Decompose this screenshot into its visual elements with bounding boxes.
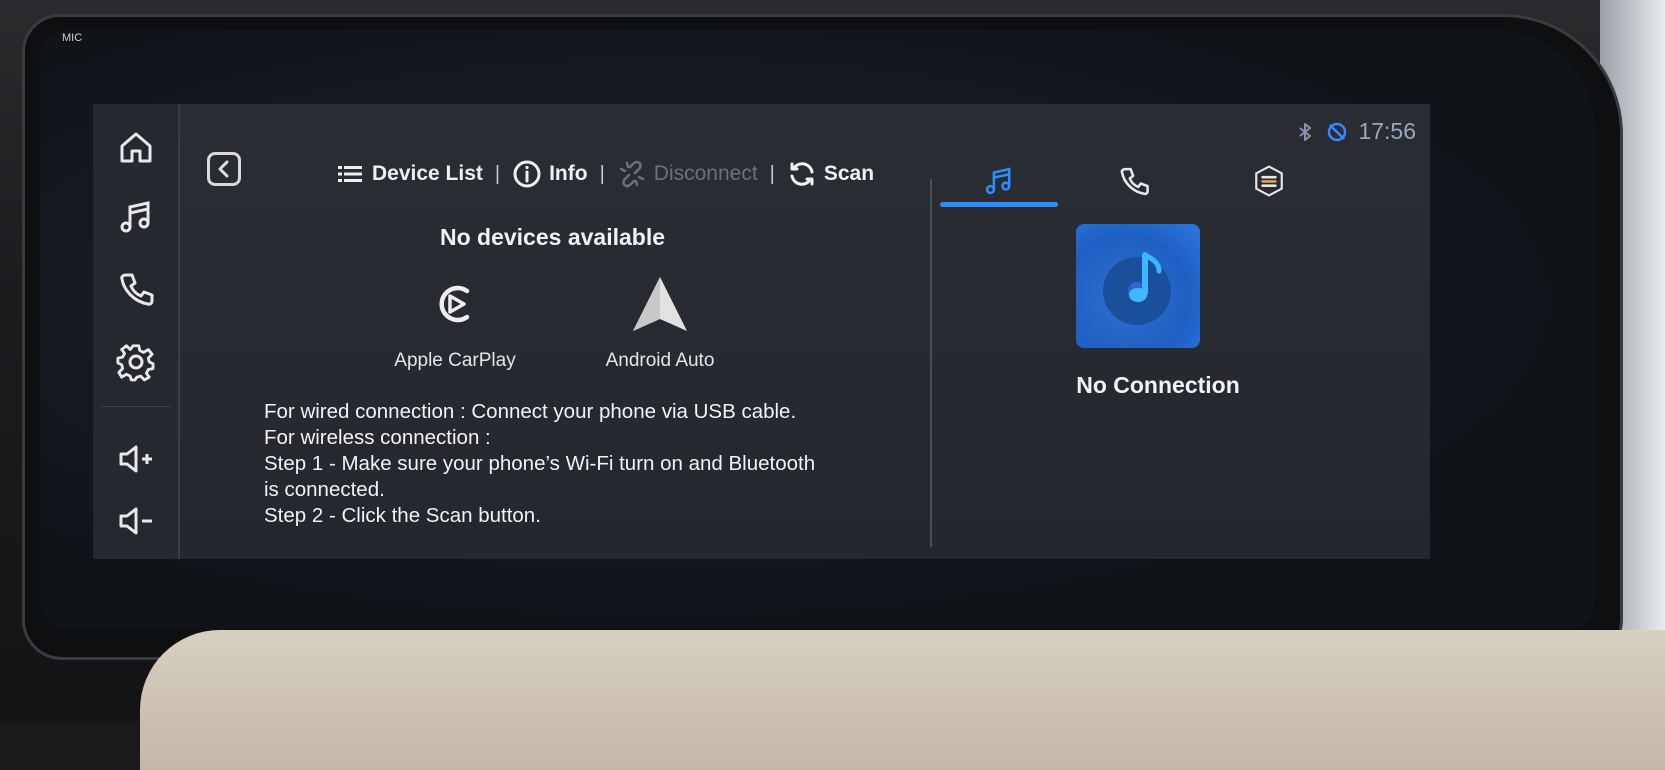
- active-tab-indicator: [940, 202, 1058, 207]
- carplay-label: Apple CarPlay: [394, 350, 516, 371]
- refresh-icon: [790, 162, 814, 186]
- instruction-line: For wireless connection :: [264, 426, 491, 449]
- tab-app[interactable]: [1210, 156, 1328, 206]
- toolbar-separator: |: [599, 162, 605, 185]
- gear-icon: [116, 344, 155, 382]
- info-icon: [513, 160, 541, 188]
- volume-up-button[interactable]: [108, 434, 164, 484]
- disconnect-button[interactable]: Disconnect: [617, 159, 758, 189]
- nav-home-button[interactable]: [108, 122, 164, 172]
- album-art[interactable]: [1076, 224, 1200, 348]
- toolbar-separator: |: [769, 162, 775, 185]
- tab-phone[interactable]: [1075, 156, 1193, 206]
- layers-icon: [1255, 165, 1283, 197]
- volume-down-button[interactable]: [108, 496, 164, 546]
- panel-divider: [930, 179, 932, 547]
- phone-projection-panel: Device List | Info | Disconnect | Scan N…: [180, 104, 925, 559]
- phone-icon: [1120, 167, 1149, 196]
- info-button[interactable]: Info: [512, 159, 588, 189]
- instruction-line: Step 2 - Click the Scan button.: [264, 504, 541, 527]
- info-label: Info: [549, 162, 588, 185]
- home-icon: [120, 132, 152, 163]
- device-list-button[interactable]: Device List: [335, 159, 483, 189]
- no-devices-message: No devices available: [439, 224, 665, 250]
- nav-music-button[interactable]: [108, 192, 164, 242]
- disconnect-label: Disconnect: [653, 162, 758, 185]
- instruction-line: Step 1 - Make sure your phone’s Wi-Fi tu…: [264, 452, 816, 475]
- dashboard-trim: [140, 630, 1665, 770]
- android-auto-icon: [633, 277, 687, 331]
- status-bar: 17:56: [1294, 118, 1416, 145]
- instruction-line: For wired connection : Connect your phon…: [264, 400, 797, 423]
- scan-button[interactable]: Scan: [787, 159, 874, 189]
- android-auto-label: Android Auto: [605, 350, 715, 371]
- carplay-icon: [439, 285, 470, 323]
- mic-label: MIC: [62, 32, 83, 44]
- carplay-status-icon: [1328, 122, 1347, 141]
- device-list-label: Device List: [372, 162, 483, 185]
- infotainment-screen: Device List | Info | Disconnect | Scan N…: [93, 104, 1430, 559]
- left-nav-rail: [93, 104, 180, 559]
- carplay-option[interactable]: Apple CarPlay: [355, 264, 555, 372]
- phone-icon: [120, 273, 154, 306]
- scan-label: Scan: [823, 162, 875, 185]
- clock: 17:56: [1358, 118, 1416, 144]
- music-note-icon: [120, 201, 150, 233]
- volume-down-icon: [119, 507, 152, 535]
- unlink-icon: [619, 160, 645, 188]
- instruction-line: is connected.: [264, 478, 385, 501]
- chevron-left-icon: [218, 160, 229, 178]
- nav-settings-button[interactable]: [108, 337, 164, 387]
- volume-up-icon: [119, 445, 152, 473]
- nav-phone-button[interactable]: [108, 264, 164, 314]
- connection-instructions: For wired connection : Connect your phon…: [264, 399, 904, 529]
- list-icon: [338, 166, 362, 182]
- music-disc-icon: [1103, 252, 1171, 325]
- connection-status: No Connection: [1076, 372, 1240, 398]
- bluetooth-icon: [1299, 122, 1312, 141]
- toolbar-separator: |: [494, 162, 501, 185]
- tab-music[interactable]: [940, 156, 1058, 206]
- music-note-icon: [985, 167, 1011, 195]
- media-widget: No Connection 17:56: [933, 104, 1430, 559]
- android-auto-option[interactable]: Android Auto: [560, 264, 760, 372]
- rail-divider: [101, 406, 171, 407]
- back-button[interactable]: [207, 152, 241, 186]
- projection-toolbar: Device List | Info | Disconnect | Scan: [335, 154, 874, 194]
